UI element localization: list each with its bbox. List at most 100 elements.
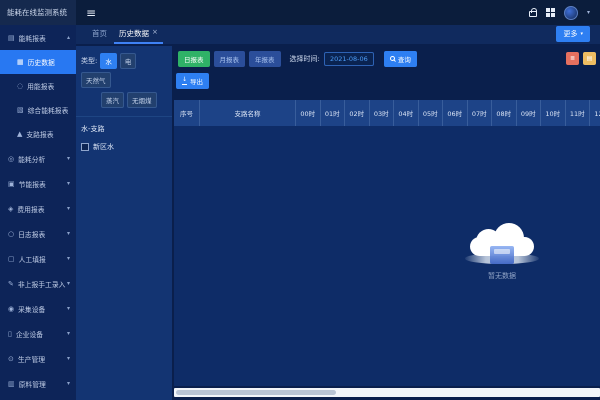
empty-state: 暂无数据 [457, 222, 547, 281]
sidebar-item-enterprise-devices[interactable]: ▯ 企业设备 ▾ [0, 321, 76, 346]
more-button[interactable]: 更多 ▾ [556, 26, 590, 42]
tab-history-label: 历史数据 [119, 28, 149, 39]
hamburger-menu-icon[interactable]: ≡ [86, 7, 96, 19]
monthly-report-button[interactable]: 月报表 [214, 51, 246, 67]
column-header-index[interactable]: 序号 [174, 100, 200, 126]
sidebar-item-material-management[interactable]: ▥ 原料管理 ▾ [0, 371, 76, 396]
sidebar-item-energy-report[interactable]: ▤ 能耗报表 ▴ [0, 25, 76, 50]
export-row: ↓ 导出 [176, 73, 209, 89]
composite-report-icon: ▧ [17, 106, 24, 114]
tab-bar: 首页 历史数据 × 更多 ▾ [76, 25, 600, 44]
user-menu-chevron-down-icon[interactable]: ▾ [587, 9, 590, 16]
yellow-action-button[interactable]: ▤ [583, 52, 596, 65]
sidebar-item-production-management[interactable]: ⊙ 生产管理 ▾ [0, 346, 76, 371]
cost-icon: ◈ [8, 205, 13, 213]
type-filter-label: 类型: [81, 56, 97, 66]
history-data-icon: ▦ [17, 58, 24, 66]
column-header-12h[interactable]: 12时 [590, 100, 600, 126]
report-filter-row: 日报表 月报表 年报表 选择时间: 查询 ≣ [178, 51, 596, 66]
tree-item-branch[interactable]: 新区水 [81, 142, 167, 152]
bar-chart-icon: ▲ [17, 130, 22, 138]
sidebar-item-branch-report[interactable]: ▲ 支路报表 [0, 122, 76, 146]
red-action-button[interactable]: ≣ [566, 52, 579, 65]
sidebar-item-log-report[interactable]: ○ 日志报表 ▾ [0, 221, 76, 246]
type-chip-water[interactable]: 水 [100, 53, 117, 69]
date-picker-input[interactable] [324, 52, 374, 66]
table-header-row: 序号 支路名称 00时 01时 02时 03时 04时 05时 06时 07时 … [174, 100, 600, 126]
tab-close-icon[interactable]: × [152, 28, 158, 39]
sidebar-item-collection-devices[interactable]: ◉ 采集设备 ▾ [0, 296, 76, 321]
sidebar-item-energy-analysis[interactable]: ◎ 能耗分析 ▾ [0, 146, 76, 171]
chevron-down-icon: ▾ [67, 230, 70, 237]
lock-icon[interactable] [529, 11, 537, 17]
panel-divider [76, 116, 172, 117]
sidebar-item-cost-report[interactable]: ◈ 费用报表 ▾ [0, 196, 76, 221]
horizontal-scrollbar[interactable] [174, 388, 600, 397]
sidebar-item-unreported-manual-input[interactable]: ✎ 非上报手工录入 ▾ [0, 271, 76, 296]
sidebar-item-team-management[interactable]: ▨ 班组管理 ▾ [0, 396, 76, 400]
chevron-down-icon: ▾ [67, 255, 70, 262]
yearly-report-button[interactable]: 年报表 [249, 51, 281, 67]
empty-cloud-illustration [470, 222, 534, 256]
column-header-03h[interactable]: 03时 [370, 100, 395, 126]
history-data-table: 序号 支路名称 00时 01时 02时 03时 04时 05时 06时 07时 … [174, 100, 600, 386]
column-header-01h[interactable]: 01时 [321, 100, 346, 126]
column-header-09h[interactable]: 09时 [517, 100, 542, 126]
type-chip-anthracite[interactable]: 无烟煤 [127, 92, 157, 108]
topbar-actions: ▾ [529, 6, 590, 20]
topbar: ≡ ▾ [76, 0, 600, 25]
app-window: 能耗在线监测系统 ≡ ▾ 首页 历史数据 × 更多 ▾ ▤ 能耗报表 ▴ [0, 0, 600, 400]
empty-state-text: 暂无数据 [457, 271, 547, 281]
apps-grid-icon[interactable] [546, 8, 555, 17]
column-header-07h[interactable]: 07时 [468, 100, 493, 126]
chevron-down-icon: ▾ [67, 355, 70, 362]
type-filter-row-2: 蒸汽 无烟煤 [81, 92, 167, 108]
type-chip-electricity[interactable]: 电 [120, 53, 137, 69]
type-chip-natural-gas[interactable]: 天然气 [81, 72, 111, 88]
chevron-down-icon: ▾ [67, 180, 70, 187]
content-area: 类型: 水 电 天然气 蒸汽 无烟煤 水-支路 新区水 日报表 [76, 44, 600, 400]
query-button[interactable]: 查询 [384, 51, 417, 67]
chevron-down-icon: ▾ [67, 305, 70, 312]
empty-box-icon [490, 246, 514, 264]
daily-report-button[interactable]: 日报表 [178, 51, 210, 67]
scrollbar-thumb[interactable] [176, 390, 336, 395]
gear-icon: ◉ [8, 305, 14, 313]
material-icon: ▥ [8, 380, 15, 388]
chevron-down-icon: ▾ [67, 280, 70, 287]
sidebar-item-manual-entry[interactable]: ▢ 人工填报 ▾ [0, 246, 76, 271]
tab-home[interactable]: 首页 [86, 28, 113, 44]
sidebar-item-comprehensive-energy-report[interactable]: ▧ 综合能耗报表 [0, 98, 76, 122]
chevron-up-icon: ▴ [67, 34, 70, 41]
tree-item-label: 新区水 [93, 142, 114, 152]
water-drop-icon: ◌ [17, 82, 23, 90]
production-icon: ⊙ [8, 355, 14, 363]
tab-home-label: 首页 [92, 28, 107, 39]
tree-checkbox[interactable] [81, 143, 89, 151]
sidebar-item-energy-saving-report[interactable]: ▣ 节能报表 ▾ [0, 171, 76, 196]
sidebar-nav: ▤ 能耗报表 ▴ ▦ 历史数据 ◌ 用能报表 ▧ 综合能耗报表 ▲ 支路报表 ◎… [0, 25, 76, 400]
corner-action-buttons: ≣ ▤ [566, 52, 596, 65]
column-header-10h[interactable]: 10时 [541, 100, 566, 126]
column-header-11h[interactable]: 11时 [566, 100, 591, 126]
column-header-06h[interactable]: 06时 [443, 100, 468, 126]
chevron-down-icon: ▾ [67, 380, 70, 387]
export-button[interactable]: ↓ 导出 [176, 73, 209, 89]
column-header-branch[interactable]: 支路名称 [200, 100, 296, 126]
column-header-00h[interactable]: 00时 [296, 100, 321, 126]
form-icon: ▢ [8, 255, 15, 263]
saving-icon: ▣ [8, 180, 15, 188]
sidebar-item-energy-usage-report[interactable]: ◌ 用能报表 [0, 74, 76, 98]
chevron-down-icon: ▾ [67, 205, 70, 212]
sidebar-item-history-data[interactable]: ▦ 历史数据 [0, 50, 76, 74]
user-avatar[interactable] [564, 6, 578, 20]
list-icon: ≣ [570, 55, 575, 62]
column-header-02h[interactable]: 02时 [345, 100, 370, 126]
column-header-04h[interactable]: 04时 [394, 100, 419, 126]
type-chip-steam[interactable]: 蒸汽 [101, 92, 124, 108]
chevron-down-icon: ▾ [580, 31, 583, 37]
column-header-08h[interactable]: 08时 [492, 100, 517, 126]
tab-history-data[interactable]: 历史数据 × [113, 28, 164, 44]
report-icon: ▤ [8, 34, 15, 42]
column-header-05h[interactable]: 05时 [419, 100, 444, 126]
